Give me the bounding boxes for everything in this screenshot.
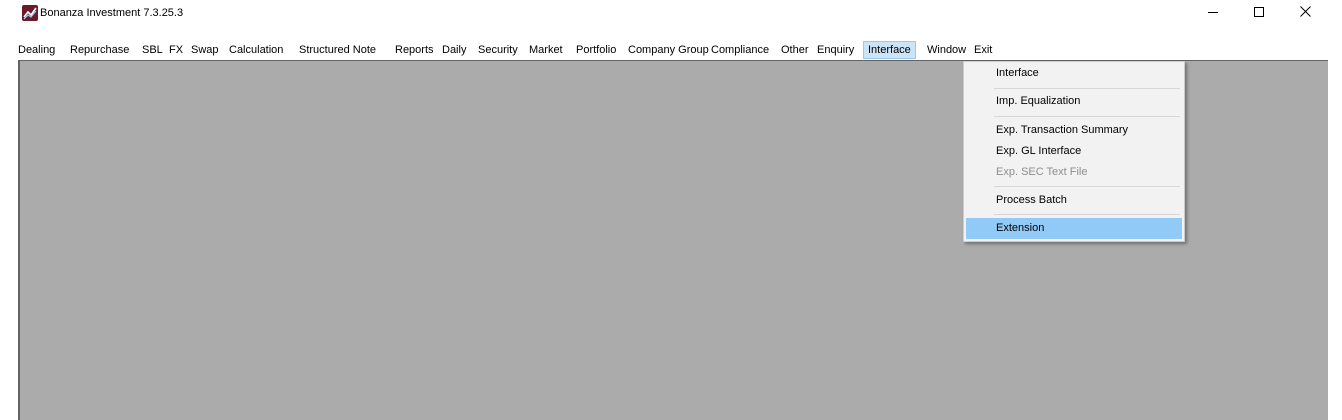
menu-option-exp-gl-interface[interactable]: Exp. GL Interface xyxy=(966,141,1182,162)
app-chart-icon[interactable] xyxy=(22,5,38,21)
menu-separator xyxy=(994,88,1180,89)
menu-separator xyxy=(994,214,1180,215)
menu-separator xyxy=(994,116,1180,117)
minimize-button[interactable] xyxy=(1190,0,1236,26)
menu-option-process-batch[interactable]: Process Batch xyxy=(966,190,1182,211)
minimize-icon xyxy=(1208,6,1218,20)
menu-interface[interactable]: Interface xyxy=(863,41,916,59)
menu-compliance[interactable]: Compliance xyxy=(707,41,773,59)
window-title: Bonanza Investment 7.3.25.3 xyxy=(40,7,184,19)
menu-option-extension[interactable]: Extension xyxy=(966,218,1182,239)
menu-option-exp-sec-text-file: Exp. SEC Text File xyxy=(996,166,1088,178)
app-window: Bonanza Investment 7.3.25.3 Dealing Repu… xyxy=(18,0,1328,420)
menu-sbl[interactable]: SBL xyxy=(138,41,167,59)
close-icon xyxy=(1299,6,1311,20)
menu-window[interactable]: Window xyxy=(923,41,970,59)
menu-structured-note[interactable]: Structured Note xyxy=(295,41,380,59)
menu-other[interactable]: Other xyxy=(777,41,813,59)
menu-repurchase[interactable]: Repurchase xyxy=(66,41,133,59)
menu-company-group[interactable]: Company Group xyxy=(624,41,713,59)
maximize-button[interactable] xyxy=(1236,0,1282,26)
menu-exit[interactable]: Exit xyxy=(970,41,996,59)
menu-portfolio[interactable]: Portfolio xyxy=(572,41,620,59)
interface-menu-dropdown: Interface Imp. Equalization Exp. Transac… xyxy=(963,61,1185,242)
menu-option-imp-equalization[interactable]: Imp. Equalization xyxy=(966,91,1182,112)
close-button[interactable] xyxy=(1282,0,1328,26)
menu-separator xyxy=(994,186,1180,187)
menu-fx[interactable]: FX xyxy=(165,41,187,59)
menu-calculation[interactable]: Calculation xyxy=(225,41,287,59)
maximize-icon xyxy=(1254,6,1264,20)
menu-market[interactable]: Market xyxy=(525,41,567,59)
title-bar[interactable]: Bonanza Investment 7.3.25.3 xyxy=(18,0,1328,26)
menu-bar: Dealing Repurchase SBL FX Swap Calculati… xyxy=(18,40,1328,60)
menu-dealing[interactable]: Dealing xyxy=(14,41,59,59)
menu-swap[interactable]: Swap xyxy=(187,41,223,59)
menu-option-exp-transaction-summary[interactable]: Exp. Transaction Summary xyxy=(966,120,1182,141)
menu-reports[interactable]: Reports xyxy=(391,41,438,59)
menu-option-interface[interactable]: Interface xyxy=(966,63,1182,84)
menu-enquiry[interactable]: Enquiry xyxy=(813,41,858,59)
menu-daily[interactable]: Daily xyxy=(438,41,470,59)
menu-security[interactable]: Security xyxy=(474,41,522,59)
